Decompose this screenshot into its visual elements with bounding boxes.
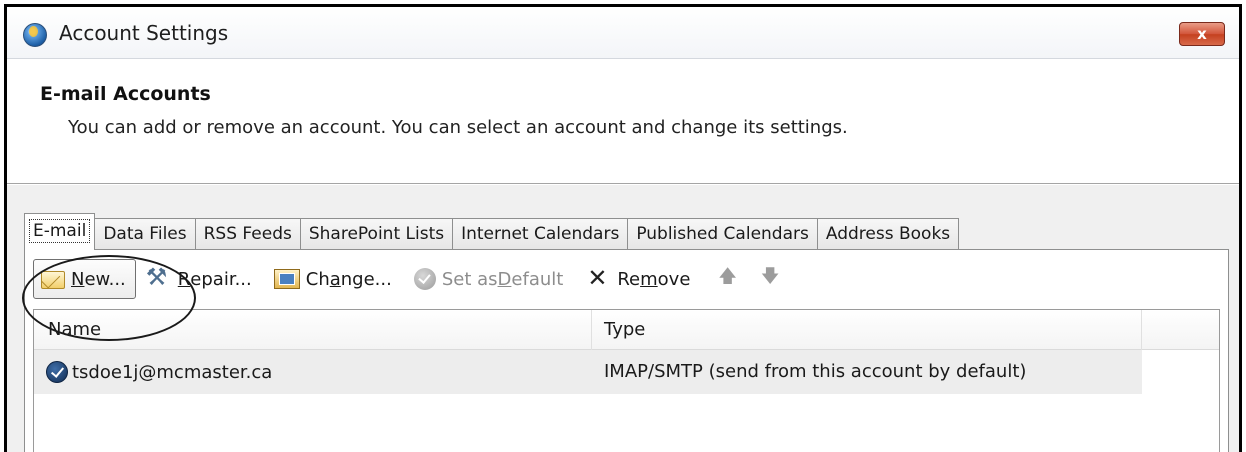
close-button[interactable]: x <box>1179 22 1225 46</box>
tab-area: E-mail Data Files RSS Feeds SharePoint L… <box>7 185 1239 452</box>
move-up-arrow-icon[interactable]: 🡅 <box>718 264 737 294</box>
accounts-list: Name Type tsdoe1j@mcmaster.ca IMAP/SMTP … <box>33 309 1220 452</box>
tab-address-books[interactable]: Address Books <box>816 218 960 250</box>
highlight-circle-annotation <box>22 255 196 341</box>
tab-published-calendars[interactable]: Published Calendars <box>627 218 818 250</box>
list-header: Name Type <box>34 310 1219 350</box>
title-bar[interactable]: Account Settings x <box>7 7 1239 59</box>
change-button[interactable]: Ch a nge... <box>268 259 398 299</box>
remove-x-icon <box>585 264 611 292</box>
outlook-app-icon <box>23 23 47 47</box>
account-settings-window: Account Settings x E-mail Accounts You c… <box>4 4 1242 452</box>
header-area: E-mail Accounts You can add or remove an… <box>7 59 1239 184</box>
account-type: IMAP/SMTP (send from this account by def… <box>604 361 1027 382</box>
tab-data-files[interactable]: Data Files <box>94 218 196 250</box>
default-account-icon <box>46 361 68 383</box>
set-as-default-button[interactable]: Set as Default <box>408 259 569 299</box>
checkmark-icon <box>413 268 436 290</box>
change-settings-icon <box>273 269 300 289</box>
tab-internet-calendars[interactable]: Internet Calendars <box>452 218 629 250</box>
window-title: Account Settings <box>59 21 229 45</box>
tab-email[interactable]: E-mail <box>24 213 96 250</box>
tab-sharepoint-lists[interactable]: SharePoint Lists <box>299 218 454 250</box>
account-name: tsdoe1j@mcmaster.ca <box>72 361 273 383</box>
column-header-type[interactable]: Type <box>592 310 1142 350</box>
tab-strip: E-mail Data Files RSS Feeds SharePoint L… <box>24 213 960 250</box>
section-description: You can add or remove an account. You ca… <box>68 117 848 138</box>
email-tab-panel: New... Repair... Change... Set as Defaul… <box>24 249 1229 452</box>
tab-rss-feeds[interactable]: RSS Feeds <box>194 218 301 250</box>
account-name-cell: tsdoe1j@mcmaster.ca <box>46 350 272 394</box>
remove-button[interactable]: Remove <box>579 259 696 299</box>
move-down-arrow-icon[interactable]: 🡇 <box>761 264 780 294</box>
account-row[interactable]: tsdoe1j@mcmaster.ca IMAP/SMTP (send from… <box>34 350 1142 394</box>
section-title: E-mail Accounts <box>40 83 211 105</box>
